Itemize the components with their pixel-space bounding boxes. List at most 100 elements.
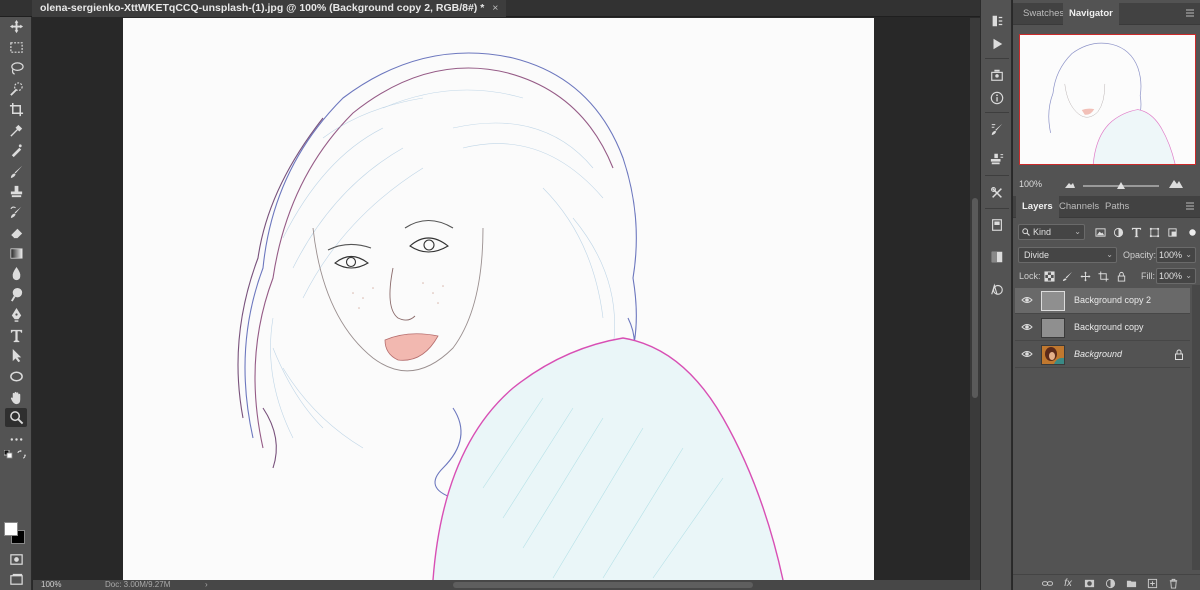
layer-name[interactable]: Background copy 2 — [1074, 295, 1151, 305]
new-group-button[interactable] — [1124, 577, 1138, 589]
lock-position[interactable] — [1078, 269, 1092, 283]
layer-row[interactable]: Background copy — [1015, 315, 1190, 341]
tab-paths[interactable]: Paths — [1099, 196, 1135, 218]
eye-icon[interactable] — [1021, 348, 1033, 360]
quick-mask-button[interactable] — [5, 550, 27, 569]
type-icon — [1131, 227, 1141, 237]
fill-input[interactable]: 100% ⌄ — [1156, 268, 1196, 284]
zoom-icon — [9, 411, 23, 425]
canvas-area[interactable] — [33, 18, 970, 580]
navigator-preview[interactable] — [1019, 34, 1196, 165]
filter-toggle[interactable] — [1185, 225, 1199, 239]
brush-settings-panel-button[interactable] — [987, 120, 1007, 138]
move-tool[interactable] — [5, 17, 27, 36]
layer-name[interactable]: Background — [1074, 349, 1122, 359]
clone-stamp-tool[interactable] — [5, 182, 27, 201]
layer-thumbnail[interactable] — [1041, 291, 1065, 311]
navigator-zoom-value[interactable]: 100% — [1019, 179, 1042, 189]
horizontal-scroll-thumb[interactable] — [453, 582, 753, 588]
collapsed-panels-column — [980, 0, 1012, 590]
spot-healing-brush-tool[interactable] — [5, 141, 27, 160]
filter-smart-objects[interactable] — [1165, 225, 1179, 239]
history-panel-button[interactable] — [987, 12, 1007, 30]
filter-adjustment-layers[interactable] — [1111, 225, 1125, 239]
filter-shape-layers[interactable] — [1147, 225, 1161, 239]
lock-transparent-pixels[interactable] — [1042, 269, 1056, 283]
new-layer-button[interactable] — [1145, 577, 1159, 589]
swap-colors-icon[interactable] — [17, 450, 26, 459]
libraries-panel-button[interactable] — [987, 280, 1007, 298]
quick-selection-tool[interactable] — [5, 80, 27, 99]
foreground-color-swatch[interactable] — [4, 522, 18, 536]
canvas-vertical-scrollbar[interactable] — [970, 18, 980, 580]
panel-menu-icon[interactable] — [1186, 202, 1194, 210]
vertical-scroll-thumb[interactable] — [972, 198, 978, 398]
pen-tool[interactable] — [5, 305, 27, 324]
document-canvas[interactable] — [123, 18, 874, 580]
filter-pixel-layers[interactable] — [1093, 225, 1107, 239]
edit-toolbar[interactable] — [5, 430, 27, 449]
layer-row[interactable]: Background — [1015, 342, 1190, 368]
default-colors-icon[interactable] — [3, 449, 13, 459]
opacity-value: 100% — [1159, 250, 1183, 260]
zoom-tool[interactable] — [5, 408, 27, 427]
layer-comps-panel-button[interactable] — [987, 66, 1007, 84]
brush-tool[interactable] — [5, 162, 27, 181]
add-mask-button[interactable] — [1082, 577, 1096, 589]
blend-mode-select[interactable]: Divide ⌄ — [1018, 247, 1117, 263]
actions-panel-button[interactable] — [987, 35, 1007, 53]
layer-thumbnail[interactable] — [1041, 318, 1065, 338]
path-selection-tool[interactable] — [5, 346, 27, 365]
lasso-tool[interactable] — [5, 59, 27, 78]
layer-thumbnail[interactable] — [1041, 345, 1065, 365]
adjustments-panel-button[interactable] — [987, 248, 1007, 266]
tab-navigator[interactable]: Navigator — [1063, 3, 1119, 25]
screen-mode-button[interactable] — [5, 570, 27, 589]
layer-filter-kind-value: Kind — [1033, 227, 1052, 237]
lock-artboard[interactable] — [1096, 269, 1110, 283]
rectangular-marquee-tool[interactable] — [5, 38, 27, 57]
sketch-portrait-image — [123, 18, 874, 580]
zoom-in-mountain-icon[interactable] — [1169, 178, 1183, 188]
link-layers-button[interactable] — [1040, 577, 1054, 589]
eraser-tool[interactable] — [5, 223, 27, 242]
opacity-input[interactable]: 100% ⌄ — [1156, 247, 1196, 263]
document-tab[interactable]: olena-sergienko-XttWKETqCCQ-unsplash-(1)… — [32, 0, 507, 17]
dodge-tool[interactable] — [5, 285, 27, 304]
blur-tool[interactable] — [5, 264, 27, 283]
panel-menu-icon[interactable] — [1186, 9, 1194, 17]
add-layer-style-button[interactable]: fx — [1061, 577, 1075, 589]
eye-icon[interactable] — [1021, 321, 1033, 333]
layer-name[interactable]: Background copy — [1074, 322, 1144, 332]
checker-icon — [1043, 270, 1055, 282]
more-icon — [10, 438, 22, 441]
gradient-tool[interactable] — [5, 244, 27, 263]
tab-channels[interactable]: Channels — [1053, 196, 1105, 218]
filter-type-layers[interactable] — [1129, 225, 1143, 239]
eye-icon[interactable] — [1021, 294, 1033, 306]
crop-tool[interactable] — [5, 100, 27, 119]
close-tab-icon[interactable]: × — [492, 2, 498, 14]
status-zoom[interactable]: 100% — [41, 580, 61, 590]
opacity-label: Opacity: — [1123, 250, 1157, 260]
status-menu-arrow[interactable]: › — [205, 580, 208, 590]
hand-tool[interactable] — [5, 388, 27, 407]
type-tool[interactable] — [5, 326, 27, 345]
lock-all[interactable] — [1114, 269, 1128, 283]
eyedropper-tool[interactable] — [5, 121, 27, 140]
lock-image-pixels[interactable] — [1060, 269, 1074, 283]
tool-presets-panel-button[interactable] — [987, 184, 1007, 202]
layer-filter-kind-select[interactable]: Kind ⌄ — [1018, 224, 1085, 240]
history-brush-tool[interactable] — [5, 203, 27, 222]
properties-panel-button[interactable] — [987, 216, 1007, 234]
delete-layer-button[interactable] — [1166, 577, 1180, 589]
ellipse-tool[interactable] — [5, 367, 27, 386]
navigator-zoom-slider-knob[interactable] — [1117, 182, 1125, 189]
layers-scrollbar[interactable] — [1192, 285, 1200, 570]
layer-row[interactable]: Background copy 2 — [1015, 288, 1190, 314]
zoom-out-mountain-icon[interactable] — [1065, 180, 1075, 188]
new-adjustment-layer-button[interactable] — [1103, 577, 1117, 589]
dodge-icon — [10, 287, 22, 302]
clone-source-panel-button[interactable] — [987, 150, 1007, 168]
info-panel-button[interactable] — [987, 89, 1007, 107]
